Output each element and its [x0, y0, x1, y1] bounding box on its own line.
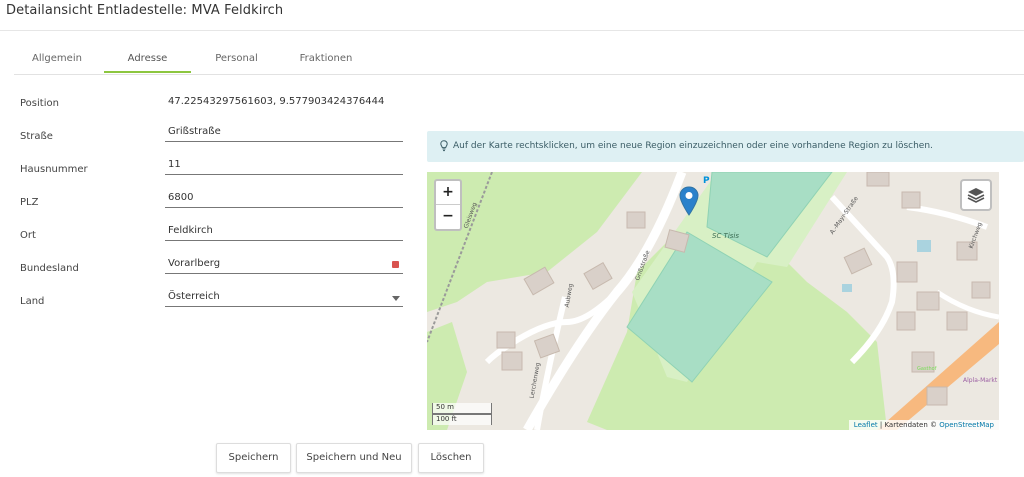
tab-allgemein[interactable]: Allgemein — [16, 46, 98, 73]
page-title: Detailansicht Entladestelle: MVA Feldkir… — [6, 3, 284, 18]
map-hint-alert: Auf der Karte rechtsklicken, um eine neu… — [427, 131, 1024, 162]
bundesland-value: Vorarlberg — [168, 258, 221, 269]
scale-metric: 50 m — [432, 403, 492, 414]
position-value: 47.22543297561603, 9.577903424376444 — [168, 96, 385, 107]
map[interactable]: P SC Tisis Grißstraße Aubweg Lerchenweg … — [427, 172, 999, 430]
plz-field[interactable]: 6800 — [165, 191, 403, 208]
map-attribution: Leaflet | Kartendaten © OpenStreetMap — [848, 420, 999, 430]
zoom-control: + − — [434, 179, 462, 231]
osm-link[interactable]: OpenStreetMap — [939, 421, 994, 429]
hausnummer-value: 11 — [168, 159, 181, 170]
strasse-value: Grißstraße — [168, 126, 221, 137]
layers-icon — [967, 188, 985, 203]
save-button[interactable]: Speichern — [216, 443, 291, 473]
ort-value: Feldkirch — [168, 225, 213, 236]
scale-metric-label: 50 m — [436, 403, 454, 411]
attribution-separator: | Kartendaten © — [877, 421, 940, 429]
strasse-label: Straße — [20, 131, 53, 142]
map-marker-icon[interactable] — [679, 186, 699, 216]
tab-adresse[interactable]: Adresse — [104, 46, 191, 73]
title-divider — [0, 30, 1024, 31]
delete-button[interactable]: Löschen — [418, 443, 484, 473]
tab-personal[interactable]: Personal — [194, 46, 279, 73]
tab-fraktionen[interactable]: Fraktionen — [284, 46, 368, 73]
ort-field[interactable]: Feldkirch — [165, 224, 403, 241]
parking-label: P — [703, 176, 710, 186]
scale-imperial-label: 100 ft — [436, 415, 457, 423]
land-select[interactable]: Österreich — [165, 290, 403, 307]
zoom-out-button[interactable]: − — [436, 205, 460, 228]
land-value: Österreich — [168, 291, 220, 302]
scale-imperial: 100 ft — [432, 414, 492, 425]
layers-button[interactable] — [960, 179, 992, 211]
poi-label-store: Alpla-Markt — [963, 377, 998, 384]
hausnummer-field[interactable]: 11 — [165, 158, 403, 175]
position-label: Position — [20, 98, 59, 109]
bundesland-label: Bundesland — [20, 263, 79, 274]
chevron-down-icon — [392, 296, 400, 301]
bundesland-field[interactable]: Vorarlberg — [165, 257, 403, 274]
plz-label: PLZ — [20, 197, 39, 208]
strasse-field[interactable]: Grißstraße — [165, 125, 403, 142]
hausnummer-label: Hausnummer — [20, 164, 88, 175]
leaflet-link[interactable]: Leaflet — [854, 421, 878, 429]
map-hint-text: Auf der Karte rechtsklicken, um eine neu… — [453, 141, 933, 151]
map-tiles[interactable] — [427, 172, 999, 430]
stadium-label: SC Tisis — [712, 232, 740, 240]
autofill-icon — [392, 261, 399, 268]
lightbulb-icon — [440, 140, 448, 152]
zoom-in-button[interactable]: + — [436, 181, 460, 205]
save-and-new-button[interactable]: Speichern und Neu — [296, 443, 412, 473]
tab-bar: Allgemein Adresse Personal Fraktionen — [14, 46, 1024, 75]
ort-label: Ort — [20, 230, 36, 241]
poi-label-gasthof: Gasthof — [917, 366, 937, 372]
land-label: Land — [20, 296, 45, 307]
plz-value: 6800 — [168, 192, 194, 203]
